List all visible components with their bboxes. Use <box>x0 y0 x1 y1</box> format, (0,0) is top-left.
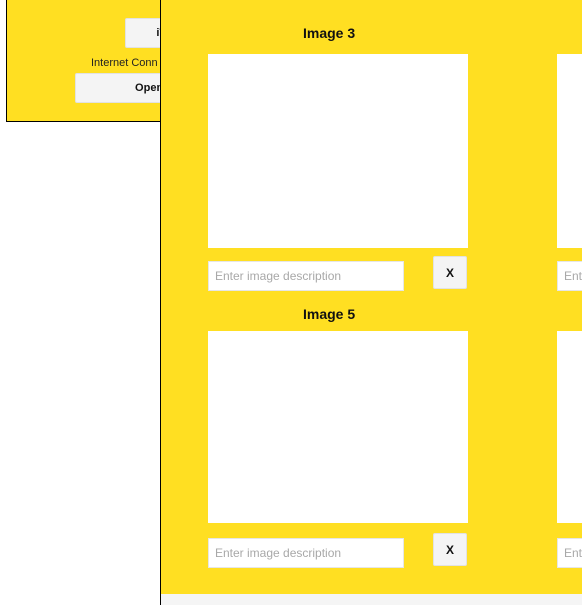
image-3-remove-button[interactable]: X <box>433 256 467 289</box>
image-6-description-input[interactable] <box>557 538 582 568</box>
open-in-button[interactable]: Open in <box>75 73 165 103</box>
internet-connection-label: Internet Conn <box>91 57 158 69</box>
image-5-title: Image 5 <box>303 306 356 322</box>
remove-x-label: X <box>445 265 454 280</box>
background-panel: iTre Internet Conn Open in <box>6 0 166 122</box>
image-description-panel: Image 3 X Image 5 X <box>160 0 582 605</box>
image-3-title: Image 3 <box>303 25 356 41</box>
image-4-preview <box>557 54 582 248</box>
image-3-description-input[interactable] <box>208 261 404 291</box>
screen: iTre Internet Conn Open in Image 3 X Ima… <box>0 0 582 605</box>
image-3-preview <box>208 54 468 248</box>
remove-x-label: X <box>445 542 454 557</box>
panel-footer <box>161 594 582 605</box>
image-5-remove-button[interactable]: X <box>433 533 467 566</box>
image-5-preview <box>208 331 468 523</box>
image-5-description-input[interactable] <box>208 538 404 568</box>
image-4-description-input[interactable] <box>557 261 582 291</box>
image-6-preview <box>557 331 582 523</box>
